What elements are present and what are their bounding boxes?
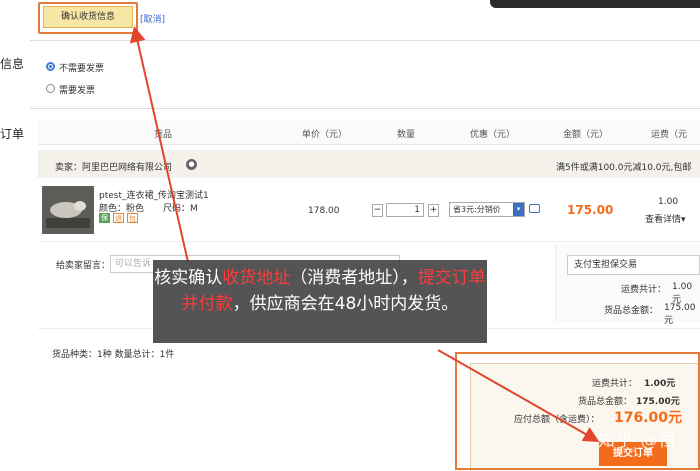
annotation-arrows [129, 26, 600, 442]
caption-text: 核实确认 [154, 268, 223, 288]
arrow-to-confirm [129, 26, 189, 263]
caption-text: ，供应商会在48小时内发货。 [232, 294, 459, 314]
annotation-caption: 核实确认收货地址（消费者地址），提交订单并付款，供应商会在48小时内发货。 [153, 260, 487, 343]
caption-highlight: 收货地址 [222, 268, 291, 288]
caption-text: （消费者地址）， [290, 268, 418, 288]
watermark: 知乎 @恒 [598, 431, 677, 451]
arrow-to-submit [437, 349, 600, 442]
